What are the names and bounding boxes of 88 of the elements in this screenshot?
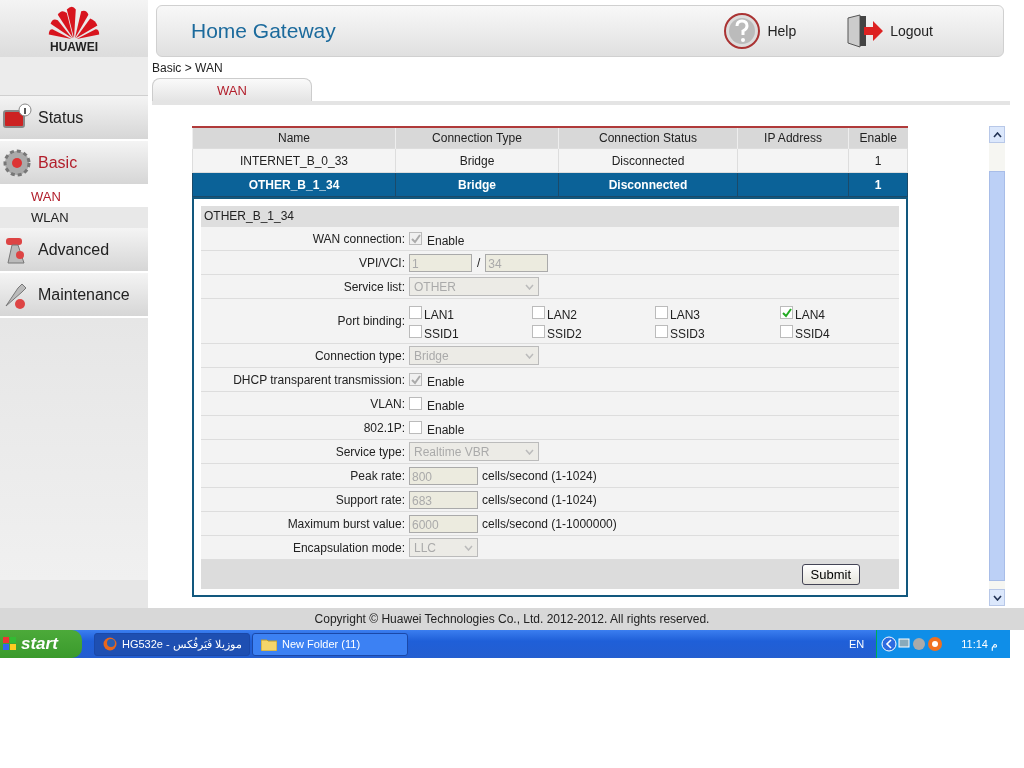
help-link[interactable]: Help [723,12,797,50]
sidebar-item[interactable]: Advanced [0,228,148,273]
table-cell: Disconnected [611,153,685,168]
checkbox-label: LAN3 [670,307,701,322]
field-label: WAN connection: [311,231,406,246]
flower-logo-icon [47,4,101,40]
checkbox[interactable] [409,421,422,434]
table-cell: 1 [874,153,882,168]
help-icon [723,12,762,50]
breadcrumb: Basic > WAN [152,61,224,77]
clock: 11:14 م [947,630,1010,658]
field-label: VPI/VCI: [358,255,406,270]
copyright-text: Copyright © Huawei Technologies Co., Ltd. 2012-2012. All rights reserved. [314,612,710,626]
field-label: DHCP transparent transmission: [232,372,406,387]
table-row[interactable]: OTHER_B_1_34 Bridge Disconnected 1 [192,172,908,197]
sidebar-item[interactable]: Maintenance [0,273,148,318]
table-row[interactable]: INTERNET_B_0_33 Bridge Disconnected 1 [192,148,908,173]
checkbox-label: LAN4 [795,307,826,322]
checkbox-label: LAN2 [547,307,578,322]
logo-text: HUAWEI [50,40,98,54]
checkbox-label: SSID1 [424,326,459,341]
taskbar-button[interactable]: HG532e - موزيلا فَيَرفُكس [94,632,250,656]
gear-icon [2,147,32,178]
unit-text: cells/second (1-1000000) [482,516,617,531]
tray-icons-drawing [876,630,948,658]
checkbox-label: Enable [427,374,465,389]
page-title: Home Gateway [191,19,336,43]
checkbox-label: SSID4 [795,326,830,341]
column-header: IP Address [737,127,849,149]
door-arrow-icon [846,14,885,48]
checkbox[interactable] [409,397,422,410]
checkbox[interactable] [780,325,793,338]
detail-title: OTHER_B_1_34 [201,206,899,227]
chevron-down-icon [992,594,1002,601]
chevron-down-icon [464,544,473,551]
unit-text: cells/second (1-1024) [482,492,597,507]
field-label: Support rate: [334,492,406,507]
start-button[interactable]: start [0,630,82,658]
column-header: Connection Type [395,127,559,149]
sidebar-item[interactable]: Basic [0,141,148,186]
taskbar-button[interactable]: New Folder (11) [252,632,408,656]
field-label: 802.1P: [362,420,406,435]
field-label: Encapsulation mode: [291,540,406,555]
field-label: VLAN: [369,396,406,411]
submit-button[interactable]: Submit [801,564,860,585]
checkbox[interactable] [409,306,422,319]
chevron-down-icon [525,352,534,359]
logout-link[interactable]: Logout [846,12,933,50]
table-cell: INTERNET_B_0_33 [239,153,348,168]
chevron-up-icon [992,131,1002,138]
field-label: Maximum burst value: [286,516,406,531]
checkbox[interactable] [409,325,422,338]
column-header: Enable [848,127,908,149]
table-cell: Disconnected [608,177,688,192]
language-indicator[interactable]: EN [848,638,865,650]
table-cell: Bridge [459,153,495,168]
table-cell: Bridge [458,177,496,192]
checkbox-label: SSID2 [547,326,582,341]
windows-flag-icon [3,637,17,651]
column-header: Name [192,127,396,149]
sidebar-subitem[interactable]: WAN [0,186,148,207]
checkbox[interactable] [780,306,793,319]
checkbox[interactable] [532,306,545,319]
table-cell: OTHER_B_1_34 [248,177,340,192]
field-label: Peak rate: [349,468,406,483]
chevron-down-icon [525,283,534,290]
tab[interactable]: WAN [152,78,312,101]
checkbox[interactable] [655,325,668,338]
scrollbar[interactable] [989,126,1005,606]
field-label: Connection type: [313,348,406,363]
field-label: Service list: [342,279,406,294]
field-label: Port binding: [336,314,406,328]
column-header: Connection Status [558,127,738,149]
checkbox-label: Enable [427,398,465,413]
unit-text: cells/second (1-1024) [482,468,597,483]
checkbox-label: SSID3 [670,326,705,341]
table-cell: 1 [874,177,882,192]
sidebar-item[interactable]: Status [0,96,148,141]
checkbox[interactable] [655,306,668,319]
checkbox-label: Enable [427,422,465,437]
folder-icon [261,637,277,651]
checkbox-label: LAN1 [424,307,455,322]
separator-text: / [477,255,481,270]
globe-icon [103,637,117,651]
chevron-down-icon [525,448,534,455]
field-label: Service type: [334,444,406,459]
checkbox[interactable] [532,325,545,338]
checkbox-label: Enable [427,233,465,248]
